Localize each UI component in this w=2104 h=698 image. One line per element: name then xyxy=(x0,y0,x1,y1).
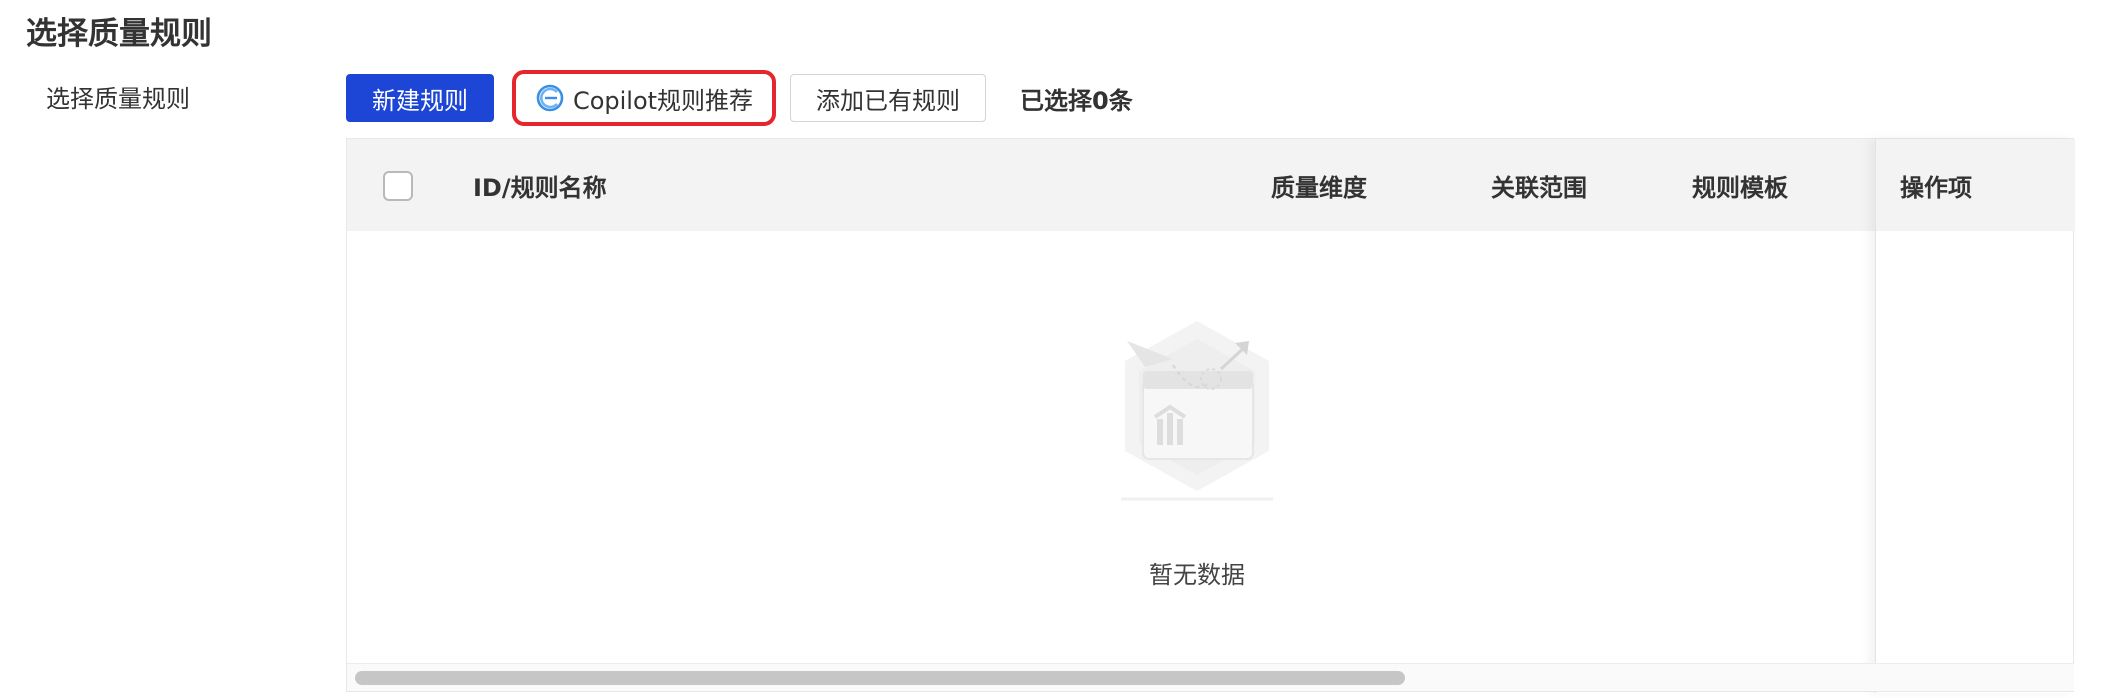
copilot-recommend-button[interactable]: Copilot规则推荐 xyxy=(519,75,769,121)
empty-data-illustration xyxy=(1097,311,1297,511)
table-header: ID/规则名称 质量维度 关联范围 规则模板 xyxy=(347,139,2074,231)
column-header-rule-template: 规则模板 xyxy=(1692,173,1788,202)
copilot-icon xyxy=(535,83,565,113)
rules-table: ID/规则名称 质量维度 关联范围 规则模板 操作项 暂无数据 xyxy=(346,138,2075,693)
copilot-highlight-box: Copilot规则推荐 xyxy=(512,70,776,126)
add-existing-rule-button[interactable]: 添加已有规则 xyxy=(790,74,986,122)
selected-count: 已选择0条 xyxy=(1020,86,1133,115)
toolbar: 新建规则 Copilot规则推荐 添加已有规则 已选择0条 xyxy=(346,70,1133,126)
form-label-rules: 选择质量规则 xyxy=(46,85,190,113)
column-header-quality-dimension: 质量维度 xyxy=(1271,173,1367,202)
select-all-checkbox[interactable] xyxy=(383,171,413,201)
page-title: 选择质量规则 xyxy=(26,16,212,52)
operations-header-cell: 操作项 xyxy=(1876,139,2075,231)
scrollbar-thumb[interactable] xyxy=(355,671,1405,685)
operations-column: 操作项 xyxy=(1875,139,2075,693)
column-header-operations: 操作项 xyxy=(1900,173,1972,202)
empty-state-text: 暂无数据 xyxy=(1149,561,1245,589)
column-header-scope: 关联范围 xyxy=(1491,173,1587,202)
new-rule-button[interactable]: 新建规则 xyxy=(346,74,494,122)
horizontal-scrollbar[interactable] xyxy=(347,663,2074,691)
column-header-id-name: ID/规则名称 xyxy=(473,173,607,202)
copilot-button-label: Copilot规则推荐 xyxy=(572,86,754,115)
